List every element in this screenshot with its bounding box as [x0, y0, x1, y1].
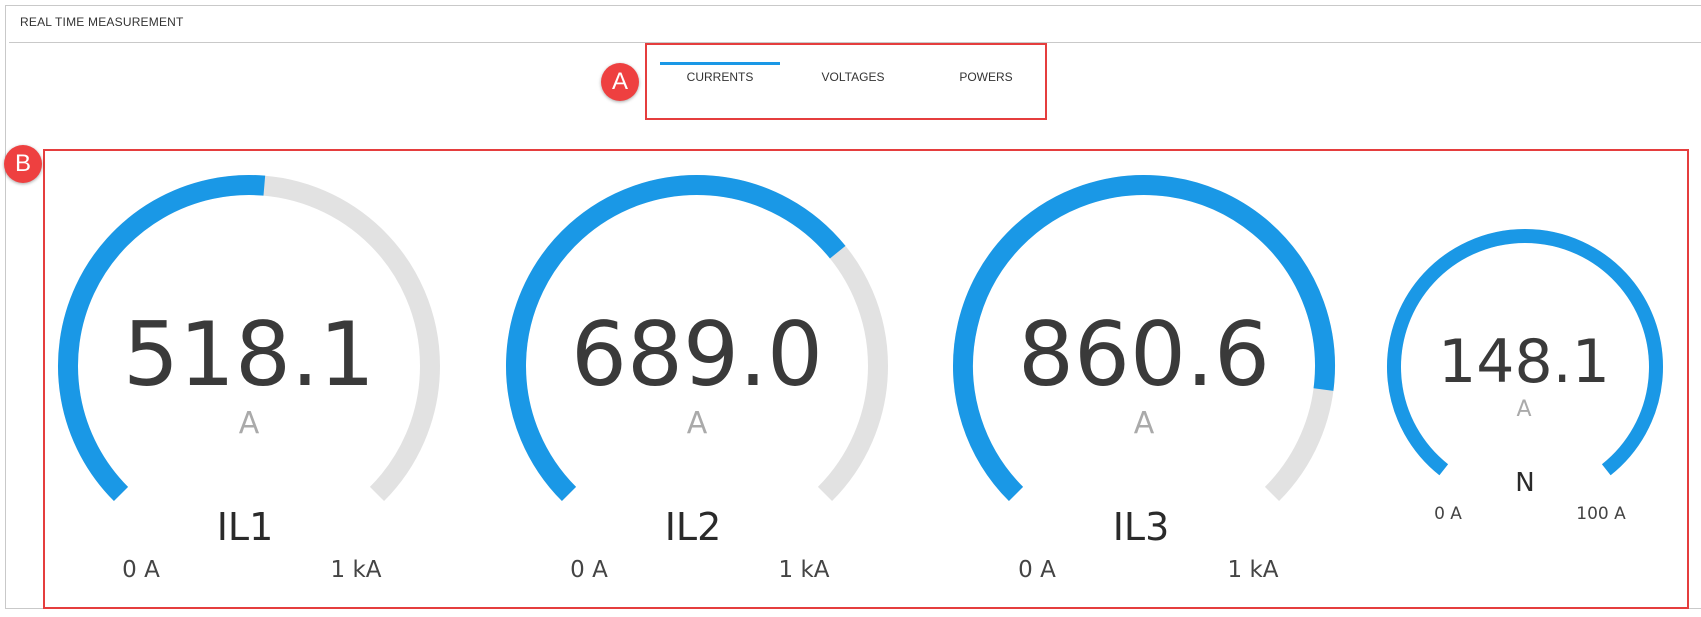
gauge-il2-label: IL2	[665, 505, 722, 549]
gauges-area: 518.1 A IL1 0 A 1 kA 689.0 A IL2 0 A 1 k…	[57, 175, 1663, 583]
gauge-il1-value: 518.1	[123, 303, 375, 406]
gauge-n-unit: A	[1516, 397, 1531, 422]
gauge-il2-min: 0 A	[570, 557, 608, 583]
annotation-badge-a: A	[601, 63, 639, 101]
gauge-il3-value: 860.6	[1018, 303, 1270, 406]
gauge-il2-value: 689.0	[571, 303, 823, 406]
gauge-n-max: 100 A	[1576, 504, 1626, 524]
gauge-n-value: 148.1	[1438, 327, 1610, 397]
gauge-n-min: 0 A	[1434, 504, 1462, 524]
gauge-il3-max: 1 kA	[1228, 557, 1279, 583]
annotation-badge-b: B	[4, 145, 42, 183]
gauge-il1: 518.1 A IL1 0 A 1 kA	[57, 175, 440, 583]
gauge-il3-label: IL3	[1113, 505, 1170, 549]
gauge-il1-max: 1 kA	[331, 557, 382, 583]
gauge-n: 148.1 A N 0 A 100 A	[1387, 229, 1663, 524]
gauge-il3-unit: A	[1134, 406, 1155, 441]
gauge-il1-min: 0 A	[122, 557, 160, 583]
gauge-n-label: N	[1515, 468, 1534, 498]
gauge-il2: 689.0 A IL2 0 A 1 kA	[506, 175, 888, 583]
gauge-il2-unit: A	[687, 406, 708, 441]
gauge-il1-label: IL1	[217, 505, 274, 549]
gauge-il1-unit: A	[239, 406, 260, 441]
gauge-il2-max: 1 kA	[779, 557, 830, 583]
gauge-il3-min: 0 A	[1018, 557, 1056, 583]
gauge-il3: 860.6 A IL3 0 A 1 kA	[953, 175, 1335, 583]
